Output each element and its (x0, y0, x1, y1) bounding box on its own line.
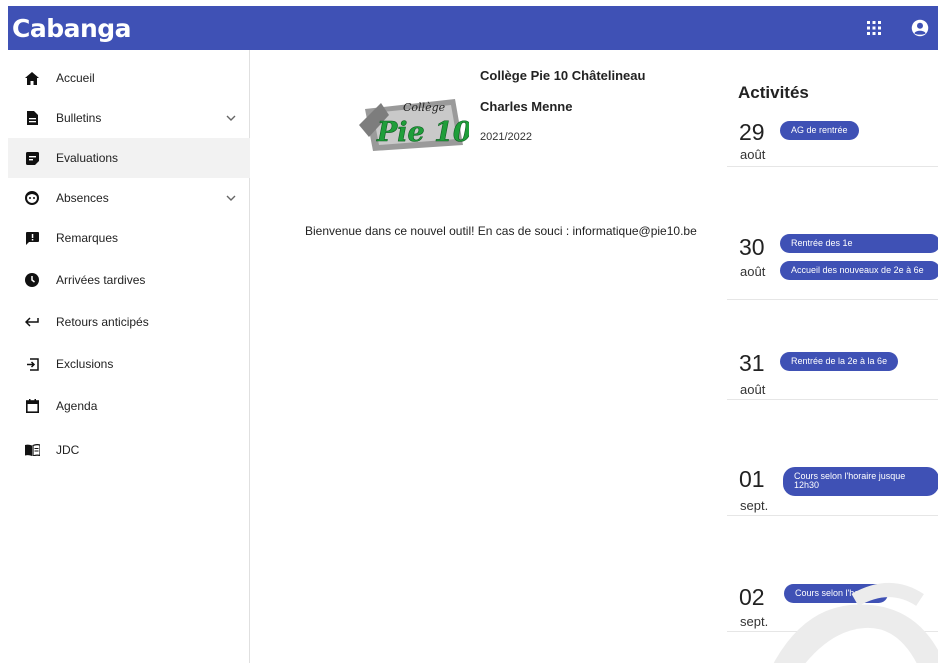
sidebar-item-label: Arrivées tardives (56, 273, 146, 287)
day-month: sept. (740, 614, 769, 629)
brand-logo[interactable]: Cabanga (12, 14, 132, 43)
day-number: 02 (739, 584, 765, 610)
top-app-bar: Cabanga (8, 6, 938, 50)
chevron-down-icon[interactable] (226, 112, 238, 124)
sidebar-item-remarques[interactable]: Remarques (8, 218, 250, 258)
sidebar-item-exclusions[interactable]: Exclusions (8, 344, 250, 384)
day-number: 30 (739, 234, 765, 260)
sidebar-item-label: Bulletins (56, 111, 102, 125)
activities-title: Activités (738, 83, 809, 102)
home-icon (24, 70, 40, 86)
event-chip[interactable]: Cours selon l'horaire jusque 12h30 (783, 467, 938, 496)
activity-day: 29 août AG de rentrée (727, 119, 938, 167)
user-name: Charles Menne (480, 99, 573, 114)
event-chip[interactable]: Rentrée de la 2e à la 6e (780, 352, 899, 372)
day-number: 31 (739, 350, 765, 376)
chevron-down-icon[interactable] (226, 192, 238, 204)
sidebar-item-label: JDC (56, 443, 80, 457)
exit-icon (24, 356, 40, 372)
sidebar-item-label: Accueil (56, 71, 95, 85)
sidebar-item-label: Retours anticipés (56, 315, 149, 329)
sidebar-item-label: Exclusions (56, 357, 114, 371)
account-circle-icon[interactable] (908, 16, 932, 40)
logo-text-top: Collège (403, 101, 446, 114)
day-number: 01 (739, 466, 765, 492)
sidebar-item-label: Evaluations (56, 151, 119, 165)
sidebar-item-label: Absences (56, 191, 109, 205)
event-chip[interactable]: Accueil des nouveaux de 2e à 6e (780, 261, 938, 281)
event-chip[interactable]: AG de rentrée (780, 121, 859, 141)
file-icon (24, 110, 40, 126)
day-number: 29 (739, 119, 765, 145)
main-content: Collège Pie 10 Collège Pie 10 Châtelinea… (251, 50, 938, 663)
sidebar-item-label: Agenda (56, 399, 98, 413)
face-icon (24, 190, 40, 206)
school-logo: Collège Pie 10 (359, 99, 469, 151)
sidebar-item-jdc[interactable]: JDC (8, 430, 250, 470)
sidebar-item-retours-anticipes[interactable]: Retours anticipés (8, 302, 250, 342)
apps-grid-icon[interactable] (862, 16, 886, 40)
sidebar-nav: Accueil Bulletins Evaluations Absences R… (8, 50, 250, 663)
sidebar-item-accueil[interactable]: Accueil (8, 58, 250, 98)
book-icon (24, 442, 40, 458)
day-month: août (740, 264, 766, 279)
activity-day: 30 août Rentrée des 1e Accueil des nouve… (727, 234, 938, 300)
day-month: sept. (740, 498, 769, 513)
day-month: août (740, 382, 766, 397)
sidebar-item-label: Remarques (56, 231, 119, 245)
sidebar-item-evaluations[interactable]: Evaluations (8, 138, 250, 178)
welcome-message: Bienvenue dans ce nouvel outil! En cas d… (305, 224, 697, 238)
day-month: août (740, 147, 766, 162)
activity-day: 01 sept. Cours selon l'horaire jusque 12… (727, 466, 938, 516)
sidebar-item-arrivees-tardives[interactable]: Arrivées tardives (8, 260, 250, 300)
sidebar-item-agenda[interactable]: Agenda (8, 386, 250, 426)
activity-day: 02 sept. Cours selon l'horaire (727, 584, 938, 632)
school-year: 2021/2022 (480, 131, 532, 143)
logo-text-main: Pie 10 (376, 117, 469, 148)
sidebar-item-bulletins[interactable]: Bulletins (8, 98, 250, 138)
clock-icon (24, 272, 40, 288)
sidebar-item-absences[interactable]: Absences (8, 178, 250, 218)
event-chip[interactable]: Rentrée des 1e (780, 234, 938, 254)
back-arrow-icon (24, 314, 40, 330)
activity-day: 31 août Rentrée de la 2e à la 6e (727, 350, 938, 400)
event-chip[interactable]: Cours selon l'horaire (784, 584, 889, 604)
feedback-icon (24, 230, 40, 246)
calendar-icon (24, 398, 40, 414)
note-icon (24, 150, 40, 166)
school-name: Collège Pie 10 Châtelineau (480, 68, 646, 83)
